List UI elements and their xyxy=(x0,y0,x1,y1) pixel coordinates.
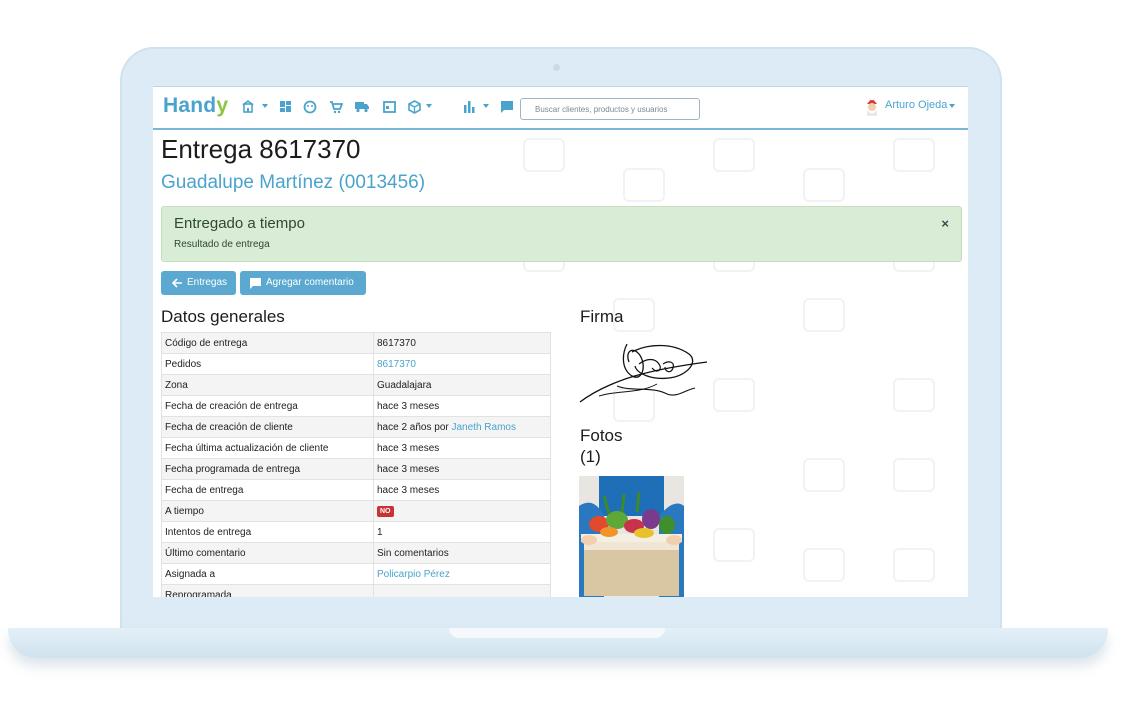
avatar[interactable] xyxy=(865,97,879,116)
chevron-down-icon[interactable] xyxy=(262,104,268,108)
app-screen: Handy Buscar clientes, productos y usuar… xyxy=(153,86,968,597)
table-key-cell: Código de entrega xyxy=(161,332,374,354)
truck-icon[interactable] xyxy=(354,100,369,114)
signature-image xyxy=(579,343,708,403)
logo-accent-letter: y xyxy=(216,94,229,117)
table-key-cell: Fecha de creación de cliente xyxy=(161,416,374,438)
table-row: Intentos de entrega 1 xyxy=(161,521,551,543)
camera-dot xyxy=(553,64,560,71)
store-icon[interactable] xyxy=(241,99,255,114)
add-comment-button[interactable]: Agregar comentario xyxy=(240,271,366,295)
top-navbar: Handy Buscar clientes, productos y usuar… xyxy=(153,86,968,130)
comment-icon xyxy=(249,271,262,303)
table-value-link[interactable]: Janeth Ramos xyxy=(452,422,516,433)
chevron-down-icon[interactable] xyxy=(949,104,955,108)
table-row: Reprogramada xyxy=(161,584,551,597)
table-value-cell: 8617370 xyxy=(373,353,551,375)
table-value-text: 8617370 xyxy=(377,337,416,349)
face-icon[interactable] xyxy=(303,100,317,114)
search-input[interactable] xyxy=(520,98,700,120)
table-value-cell: hace 3 meses xyxy=(373,437,551,459)
back-button-label: Entregas xyxy=(187,277,228,288)
table-row: Último comentario Sin comentarios xyxy=(161,542,551,564)
table-value-cell: hace 2 años por Janeth Ramos xyxy=(373,416,551,438)
table-key-cell: Intentos de entrega xyxy=(161,521,374,543)
table-row: A tiempo NO xyxy=(161,500,551,522)
table-row: Fecha de creación de cliente hace 2 años … xyxy=(161,416,551,438)
table-value-text: hace 3 meses xyxy=(377,484,440,496)
table-row: Pedidos 8617370 xyxy=(161,353,551,375)
table-row: Código de entrega 8617370 xyxy=(161,332,551,354)
table-key-cell: Fecha última actualización de cliente xyxy=(161,437,374,459)
table-key-cell: Fecha de creación de entrega xyxy=(161,395,374,417)
table-value-cell: hace 3 meses xyxy=(373,479,551,501)
back-to-deliveries-button[interactable]: Entregas xyxy=(161,271,236,295)
table-value-cell: hace 3 meses xyxy=(373,395,551,417)
general-data-heading: Datos generales xyxy=(161,307,285,326)
arrow-left-icon xyxy=(171,271,183,303)
page-title: Entrega 8617370 xyxy=(161,134,361,164)
table-value-text: Guadalajara xyxy=(377,379,432,391)
laptop-notch xyxy=(449,628,665,638)
table-key-cell: Reprogramada xyxy=(161,584,374,597)
table-row: Fecha de creación de entrega hace 3 meses xyxy=(161,395,551,417)
add-comment-label: Agregar comentario xyxy=(266,277,354,288)
table-value-cell: Policarpio Pérez xyxy=(373,563,551,585)
table-key-cell: Fecha de entrega xyxy=(161,479,374,501)
table-key-cell: Asignada a xyxy=(161,563,374,585)
table-value-cell xyxy=(373,584,551,597)
dashboard-icon[interactable] xyxy=(278,100,292,114)
photos-count: (1) xyxy=(580,447,601,466)
table-value-cell: 1 xyxy=(373,521,551,543)
table-value-link[interactable]: 8617370 xyxy=(377,359,416,370)
table-key-cell: Zona xyxy=(161,374,374,396)
table-key-cell: Último comentario xyxy=(161,542,374,564)
calendar-icon[interactable] xyxy=(382,100,396,114)
table-key-cell: Pedidos xyxy=(161,353,374,375)
box-icon[interactable] xyxy=(407,100,421,114)
bar-chart-icon[interactable] xyxy=(462,100,476,114)
delivery-photo[interactable] xyxy=(579,476,684,597)
status-alert: Entregado a tiempo Resultado de entrega … xyxy=(161,206,962,262)
table-value-text: hace 3 meses xyxy=(377,442,440,454)
chevron-down-icon[interactable] xyxy=(426,104,432,108)
alert-title: Entregado a tiempo xyxy=(174,215,305,232)
chevron-down-icon[interactable] xyxy=(483,104,489,108)
close-icon[interactable]: × xyxy=(941,216,949,231)
user-menu[interactable]: Arturo Ojeda xyxy=(885,99,947,111)
table-value-cell: Sin comentarios xyxy=(373,542,551,564)
signature-heading: Firma xyxy=(580,307,624,326)
cart-icon[interactable] xyxy=(329,100,344,114)
table-value-cell: NO xyxy=(373,500,551,522)
table-value-text: Sin comentarios xyxy=(377,547,449,559)
table-row: Fecha de entrega hace 3 meses xyxy=(161,479,551,501)
table-row: Asignada a Policarpio Pérez xyxy=(161,563,551,585)
alert-subtitle: Resultado de entrega xyxy=(174,239,270,250)
table-key-cell: Fecha programada de entrega xyxy=(161,458,374,480)
table-row: Zona Guadalajara xyxy=(161,374,551,396)
table-value-link[interactable]: Policarpio Pérez xyxy=(377,569,450,580)
table-value-cell: hace 3 meses xyxy=(373,458,551,480)
handy-logo[interactable]: Handy xyxy=(163,94,228,118)
status-badge: NO xyxy=(377,506,394,517)
table-key-cell: A tiempo xyxy=(161,500,374,522)
client-link[interactable]: Guadalupe Martínez (0013456) xyxy=(161,172,425,194)
comment-icon[interactable] xyxy=(500,100,514,114)
table-value-text: hace 2 años por xyxy=(377,421,449,433)
table-value-cell: 8617370 xyxy=(373,332,551,354)
table-row: Fecha programada de entrega hace 3 meses xyxy=(161,458,551,480)
general-data-table: Código de entrega 8617370 Pedidos 8617370 Zo… xyxy=(161,332,551,597)
table-value-cell: Guadalajara xyxy=(373,374,551,396)
table-value-text: hace 3 meses xyxy=(377,463,440,475)
table-value-text: hace 3 meses xyxy=(377,400,440,412)
table-row: Fecha última actualización de cliente hac… xyxy=(161,437,551,459)
photos-heading: Fotos xyxy=(580,426,623,445)
table-value-text: 1 xyxy=(377,526,383,538)
